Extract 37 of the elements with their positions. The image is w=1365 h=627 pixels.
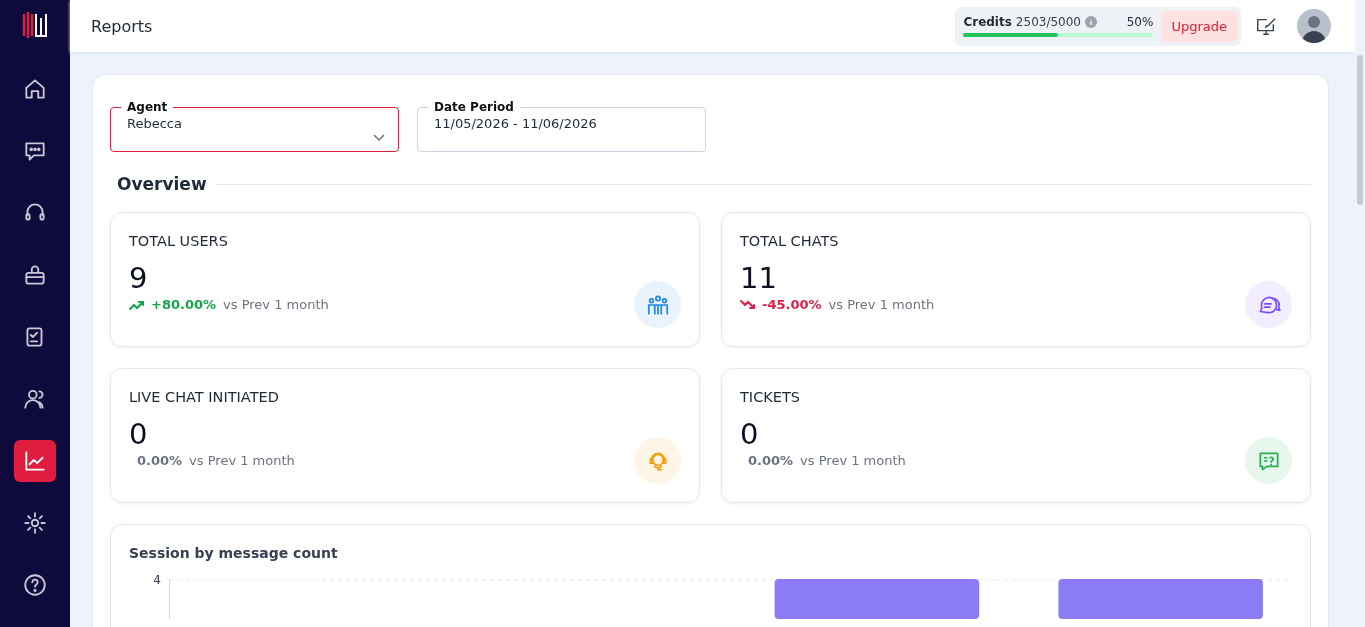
metric-comparison: vs Prev 1 month: [800, 453, 906, 468]
metric-comparison: vs Prev 1 month: [223, 297, 329, 312]
section-title: Overview: [117, 174, 207, 194]
chart-title: Session by message count: [129, 545, 339, 561]
metric-change: -45.00%: [762, 297, 822, 312]
monitor-brush-icon[interactable]: [1255, 15, 1277, 37]
metric-change: 0.00%: [137, 453, 183, 468]
metric-comparison: vs Prev 1 month: [828, 297, 935, 312]
avatar[interactable]: [1297, 9, 1331, 43]
credits-value: 2503/5000: [1015, 15, 1081, 29]
help-icon: [22, 572, 48, 598]
upgrade-button[interactable]: Upgrade: [1161, 10, 1237, 42]
metric-title: TOTAL CHATS: [740, 233, 840, 249]
date-period-field[interactable]: Date Period 11/05/2026 - 11/06/2026: [417, 100, 706, 152]
credits-percent: 50%: [1126, 15, 1154, 29]
scrollbar-thumb[interactable]: [1357, 55, 1363, 205]
metric-value: 0: [129, 417, 149, 451]
chart-icon: [22, 448, 48, 474]
metric-comparison: vs Prev 1 month: [189, 453, 295, 468]
briefcase-icon: [22, 262, 48, 288]
credits-label: Credits: [963, 15, 1012, 29]
trend-down-icon: [740, 298, 755, 311]
sidebar-item[interactable]: [14, 440, 56, 482]
logo-icon: [22, 10, 48, 40]
trend-up-icon: [129, 298, 144, 311]
axis-tick-label: 4: [152, 573, 162, 589]
metric-change: 0.00%: [748, 453, 794, 468]
settings-icon: [22, 510, 48, 536]
metric-value: 11: [740, 261, 778, 295]
metric-title: TICKETS: [740, 389, 801, 405]
metric-title: LIVE CHAT INITIATED: [129, 389, 280, 405]
metric-value: 0: [740, 417, 760, 451]
metric-title: TOTAL USERS: [129, 233, 229, 249]
metric-value: 9: [129, 261, 149, 295]
metric-change: +80.00%: [151, 297, 217, 312]
agent-select[interactable]: Agent Rebecca: [110, 100, 399, 152]
page-title: Reports: [91, 16, 154, 36]
